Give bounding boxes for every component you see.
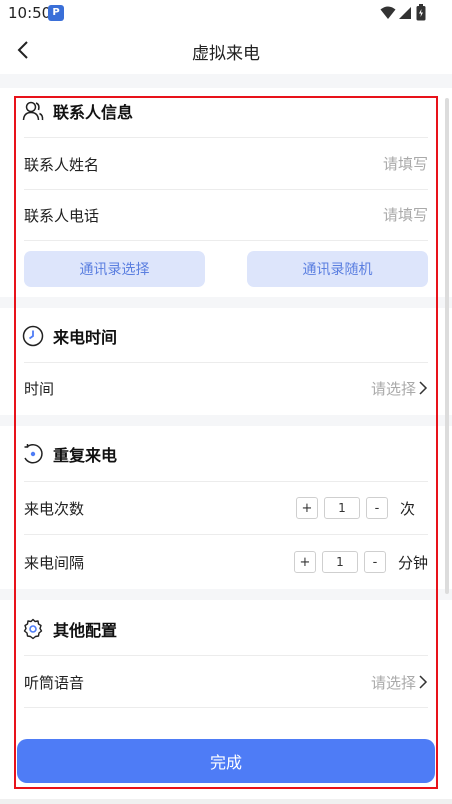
chevron-right-icon bbox=[419, 675, 428, 689]
section-gap bbox=[0, 74, 452, 88]
call-interval-unit: 分钟 bbox=[397, 553, 428, 572]
repeat-icon bbox=[22, 443, 44, 465]
contact-section-title: 联系人信息 bbox=[53, 103, 134, 122]
call-time-section-title: 来电时间 bbox=[53, 328, 118, 347]
call-time-section-header: 来电时间 bbox=[22, 321, 117, 351]
call-count-stepper: + 1 - 次 bbox=[296, 497, 428, 519]
app-notification-icon: P bbox=[48, 5, 64, 21]
divider bbox=[24, 362, 428, 363]
audio-label: 听筒语音 bbox=[24, 673, 85, 692]
divider bbox=[24, 240, 428, 241]
audio-row[interactable]: 听筒语音 请选择 bbox=[24, 658, 428, 706]
scrollbar[interactable] bbox=[445, 98, 449, 594]
top-app-bar: 虚拟来电 bbox=[0, 26, 452, 74]
call-interval-label: 来电间隔 bbox=[24, 553, 85, 572]
repeat-section-header: 重复来电 bbox=[22, 439, 117, 469]
divider bbox=[24, 189, 428, 190]
bottom-edge bbox=[0, 799, 452, 804]
contacts-select-button[interactable]: 通讯录选择 bbox=[24, 251, 205, 287]
call-count-label: 来电次数 bbox=[24, 499, 85, 518]
status-time: 10:50 bbox=[8, 4, 52, 22]
call-count-unit: 次 bbox=[400, 499, 416, 518]
contacts-icon bbox=[22, 100, 44, 122]
gear-icon bbox=[22, 618, 44, 640]
divider bbox=[24, 655, 428, 656]
page-title: 虚拟来电 bbox=[192, 44, 260, 64]
contact-phone-input[interactable] bbox=[288, 206, 428, 224]
section-gap bbox=[0, 415, 452, 426]
contact-phone-row: 联系人电话 bbox=[24, 191, 428, 239]
audio-value: 请选择 bbox=[370, 673, 416, 692]
divider bbox=[24, 481, 428, 482]
section-gap bbox=[0, 589, 452, 600]
clock-icon bbox=[22, 325, 44, 347]
divider bbox=[24, 707, 428, 708]
call-count-row: 来电次数 + 1 - 次 bbox=[24, 484, 428, 532]
other-section-title: 其他配置 bbox=[53, 621, 118, 640]
contact-section-header: 联系人信息 bbox=[22, 96, 133, 126]
time-label: 时间 bbox=[24, 379, 55, 398]
contact-name-row: 联系人姓名 bbox=[24, 140, 428, 188]
call-count-minus-button[interactable]: - bbox=[366, 497, 388, 519]
time-value: 请选择 bbox=[370, 379, 416, 398]
call-interval-value[interactable]: 1 bbox=[321, 551, 358, 573]
battery-icon bbox=[416, 4, 426, 21]
chevron-right-icon bbox=[419, 381, 428, 395]
status-bar: 10:50 P bbox=[0, 0, 452, 26]
call-interval-row: 来电间隔 + 1 - 分钟 bbox=[24, 538, 428, 586]
done-button[interactable]: 完成 bbox=[17, 739, 435, 783]
section-gap bbox=[0, 297, 452, 308]
contact-name-label: 联系人姓名 bbox=[24, 155, 100, 174]
divider bbox=[24, 534, 428, 535]
signal-icon bbox=[399, 7, 411, 19]
time-picker[interactable]: 请选择 bbox=[371, 378, 428, 399]
divider bbox=[24, 137, 428, 138]
contact-name-input[interactable] bbox=[288, 155, 428, 173]
contacts-random-button[interactable]: 通讯录随机 bbox=[247, 251, 428, 287]
contact-phone-label: 联系人电话 bbox=[24, 206, 100, 225]
call-interval-stepper: + 1 - 分钟 bbox=[293, 551, 428, 573]
time-row[interactable]: 时间 请选择 bbox=[24, 364, 428, 412]
repeat-section-title: 重复来电 bbox=[53, 446, 118, 465]
wifi-icon bbox=[380, 6, 396, 19]
audio-picker[interactable]: 请选择 bbox=[371, 672, 428, 693]
other-section-header: 其他配置 bbox=[22, 614, 117, 644]
call-count-value[interactable]: 1 bbox=[324, 497, 360, 519]
call-interval-minus-button[interactable]: - bbox=[363, 551, 386, 573]
call-interval-plus-button[interactable]: + bbox=[293, 551, 316, 573]
call-count-plus-button[interactable]: + bbox=[296, 497, 318, 519]
